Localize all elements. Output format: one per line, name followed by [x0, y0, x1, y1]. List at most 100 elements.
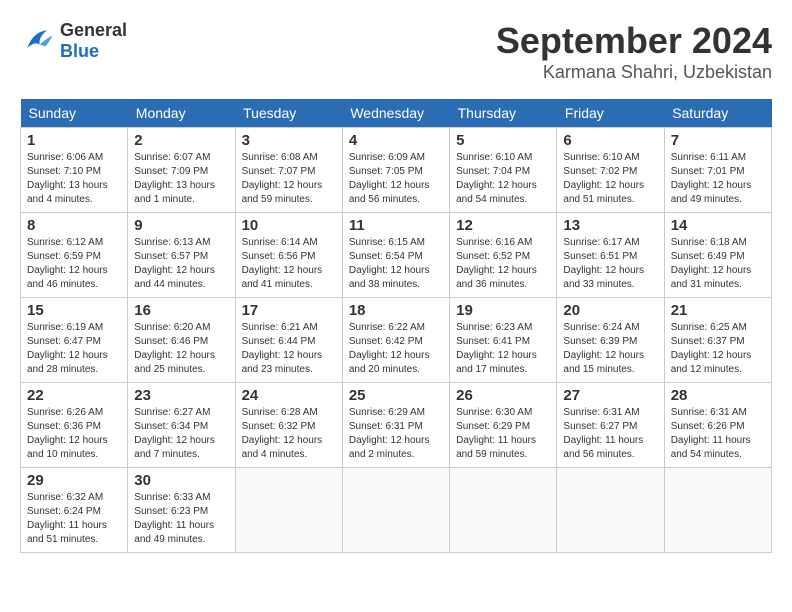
- calendar-cell: 15Sunrise: 6:19 AM Sunset: 6:47 PM Dayli…: [21, 298, 128, 383]
- day-number: 17: [242, 302, 336, 319]
- day-number: 16: [134, 302, 228, 319]
- day-info: Sunrise: 6:20 AM Sunset: 6:46 PM Dayligh…: [134, 321, 228, 377]
- day-number: 23: [134, 387, 228, 404]
- day-number: 25: [349, 387, 443, 404]
- day-number: 14: [671, 217, 765, 234]
- logo-icon: [20, 23, 56, 59]
- day-info: Sunrise: 6:32 AM Sunset: 6:24 PM Dayligh…: [27, 491, 121, 547]
- day-info: Sunrise: 6:31 AM Sunset: 6:26 PM Dayligh…: [671, 406, 765, 462]
- calendar-cell: 20 Sunrise: 6:24 AM Sunset: 6:39 PM Dayli…: [557, 298, 664, 383]
- day-info: Sunrise: 6:15 AM Sunset: 6:54 PM Dayligh…: [349, 236, 443, 292]
- day-number: 28: [671, 387, 765, 404]
- day-info: Sunrise: 6:19 AM Sunset: 6:47 PM Dayligh…: [27, 321, 121, 377]
- header-monday: Monday: [128, 99, 235, 128]
- day-info: Sunrise: 6:14 AM Sunset: 6:56 PM Dayligh…: [242, 236, 336, 292]
- calendar-cell: 7 Sunrise: 6:11 AM Sunset: 7:01 PM Daylig…: [664, 128, 771, 213]
- calendar-cell: 8 Sunrise: 6:12 AM Sunset: 6:59 PM Daylig…: [21, 213, 128, 298]
- day-info: Sunrise: 6:10 AM Sunset: 7:04 PM Dayligh…: [456, 151, 550, 207]
- calendar-cell: [450, 468, 557, 553]
- calendar-cell: 11 Sunrise: 6:15 AM Sunset: 6:54 PM Dayli…: [342, 213, 449, 298]
- day-info: Sunrise: 6:33 AM Sunset: 6:23 PM Dayligh…: [134, 491, 228, 547]
- day-info: Sunrise: 6:16 AM Sunset: 6:52 PM Dayligh…: [456, 236, 550, 292]
- calendar-cell: [557, 468, 664, 553]
- day-info: Sunrise: 6:29 AM Sunset: 6:31 PM Dayligh…: [349, 406, 443, 462]
- day-number: 30: [134, 472, 228, 489]
- logo: General Blue: [20, 20, 127, 62]
- day-number: 13: [563, 217, 657, 234]
- day-number: 20: [563, 302, 657, 319]
- day-number: 10: [242, 217, 336, 234]
- day-info: Sunrise: 6:25 AM Sunset: 6:37 PM Dayligh…: [671, 321, 765, 377]
- calendar-cell: [342, 468, 449, 553]
- calendar-cell: 30 Sunrise: 6:33 AM Sunset: 6:23 PM Dayli…: [128, 468, 235, 553]
- day-info: Sunrise: 6:31 AM Sunset: 6:27 PM Dayligh…: [563, 406, 657, 462]
- day-number: 24: [242, 387, 336, 404]
- calendar-cell: 12Sunrise: 6:16 AM Sunset: 6:52 PM Dayli…: [450, 213, 557, 298]
- day-info: Sunrise: 6:08 AM Sunset: 7:07 PM Dayligh…: [242, 151, 336, 207]
- day-info: Sunrise: 6:18 AM Sunset: 6:49 PM Dayligh…: [671, 236, 765, 292]
- calendar-cell: 10 Sunrise: 6:14 AM Sunset: 6:56 PM Dayli…: [235, 213, 342, 298]
- calendar-cell: 3 Sunrise: 6:08 AM Sunset: 7:07 PM Daylig…: [235, 128, 342, 213]
- day-info: Sunrise: 6:11 AM Sunset: 7:01 PM Dayligh…: [671, 151, 765, 207]
- calendar-week-2: 8 Sunrise: 6:12 AM Sunset: 6:59 PM Daylig…: [21, 213, 772, 298]
- day-info: Sunrise: 6:07 AM Sunset: 7:09 PM Dayligh…: [134, 151, 228, 207]
- header-thursday: Thursday: [450, 99, 557, 128]
- day-number: 19: [456, 302, 550, 319]
- header-saturday: Saturday: [664, 99, 771, 128]
- calendar-week-1: 1Sunrise: 6:06 AM Sunset: 7:10 PM Daylig…: [21, 128, 772, 213]
- day-info: Sunrise: 6:12 AM Sunset: 6:59 PM Dayligh…: [27, 236, 121, 292]
- day-info: Sunrise: 6:26 AM Sunset: 6:36 PM Dayligh…: [27, 406, 121, 462]
- day-number: 8: [27, 217, 121, 234]
- day-info: Sunrise: 6:06 AM Sunset: 7:10 PM Dayligh…: [27, 151, 121, 207]
- day-number: 27: [563, 387, 657, 404]
- calendar-cell: 27 Sunrise: 6:31 AM Sunset: 6:27 PM Dayli…: [557, 383, 664, 468]
- day-info: Sunrise: 6:22 AM Sunset: 6:42 PM Dayligh…: [349, 321, 443, 377]
- day-number: 11: [349, 217, 443, 234]
- calendar-cell: 23 Sunrise: 6:27 AM Sunset: 6:34 PM Dayli…: [128, 383, 235, 468]
- day-info: Sunrise: 6:27 AM Sunset: 6:34 PM Dayligh…: [134, 406, 228, 462]
- title-area: September 2024 Karmana Shahri, Uzbekista…: [496, 20, 772, 83]
- day-number: 3: [242, 132, 336, 149]
- day-info: Sunrise: 6:10 AM Sunset: 7:02 PM Dayligh…: [563, 151, 657, 207]
- calendar-cell: [235, 468, 342, 553]
- header-row: Sunday Monday Tuesday Wednesday Thursday…: [21, 99, 772, 128]
- calendar-cell: 29 Sunrise: 6:32 AM Sunset: 6:24 PM Dayli…: [21, 468, 128, 553]
- day-number: 7: [671, 132, 765, 149]
- day-info: Sunrise: 6:09 AM Sunset: 7:05 PM Dayligh…: [349, 151, 443, 207]
- calendar-cell: 25 Sunrise: 6:29 AM Sunset: 6:31 PM Dayli…: [342, 383, 449, 468]
- day-number: 29: [27, 472, 121, 489]
- calendar-cell: 13 Sunrise: 6:17 AM Sunset: 6:51 PM Dayli…: [557, 213, 664, 298]
- calendar-cell: 2 Sunrise: 6:07 AM Sunset: 7:09 PM Daylig…: [128, 128, 235, 213]
- header-friday: Friday: [557, 99, 664, 128]
- day-number: 4: [349, 132, 443, 149]
- calendar-week-5: 29 Sunrise: 6:32 AM Sunset: 6:24 PM Dayli…: [21, 468, 772, 553]
- calendar-cell: 5Sunrise: 6:10 AM Sunset: 7:04 PM Daylig…: [450, 128, 557, 213]
- day-number: 18: [349, 302, 443, 319]
- header-sunday: Sunday: [21, 99, 128, 128]
- calendar-cell: 28 Sunrise: 6:31 AM Sunset: 6:26 PM Dayli…: [664, 383, 771, 468]
- calendar-week-4: 22 Sunrise: 6:26 AM Sunset: 6:36 PM Dayli…: [21, 383, 772, 468]
- location-title: Karmana Shahri, Uzbekistan: [496, 62, 772, 83]
- day-info: Sunrise: 6:30 AM Sunset: 6:29 PM Dayligh…: [456, 406, 550, 462]
- day-info: Sunrise: 6:17 AM Sunset: 6:51 PM Dayligh…: [563, 236, 657, 292]
- day-number: 2: [134, 132, 228, 149]
- calendar-cell: [664, 468, 771, 553]
- header-tuesday: Tuesday: [235, 99, 342, 128]
- day-number: 26: [456, 387, 550, 404]
- calendar-week-3: 15Sunrise: 6:19 AM Sunset: 6:47 PM Dayli…: [21, 298, 772, 383]
- calendar-cell: 6Sunrise: 6:10 AM Sunset: 7:02 PM Daylig…: [557, 128, 664, 213]
- header-wednesday: Wednesday: [342, 99, 449, 128]
- calendar-cell: 19 Sunrise: 6:23 AM Sunset: 6:41 PM Dayli…: [450, 298, 557, 383]
- calendar-cell: 21Sunrise: 6:25 AM Sunset: 6:37 PM Dayli…: [664, 298, 771, 383]
- day-info: Sunrise: 6:21 AM Sunset: 6:44 PM Dayligh…: [242, 321, 336, 377]
- day-info: Sunrise: 6:24 AM Sunset: 6:39 PM Dayligh…: [563, 321, 657, 377]
- calendar-cell: 4 Sunrise: 6:09 AM Sunset: 7:05 PM Daylig…: [342, 128, 449, 213]
- calendar-cell: 1Sunrise: 6:06 AM Sunset: 7:10 PM Daylig…: [21, 128, 128, 213]
- day-info: Sunrise: 6:23 AM Sunset: 6:41 PM Dayligh…: [456, 321, 550, 377]
- day-number: 9: [134, 217, 228, 234]
- calendar-cell: 17 Sunrise: 6:21 AM Sunset: 6:44 PM Dayli…: [235, 298, 342, 383]
- day-info: Sunrise: 6:13 AM Sunset: 6:57 PM Dayligh…: [134, 236, 228, 292]
- day-number: 22: [27, 387, 121, 404]
- page-header: General Blue September 2024 Karmana Shah…: [20, 20, 772, 83]
- calendar-cell: 24Sunrise: 6:28 AM Sunset: 6:32 PM Dayli…: [235, 383, 342, 468]
